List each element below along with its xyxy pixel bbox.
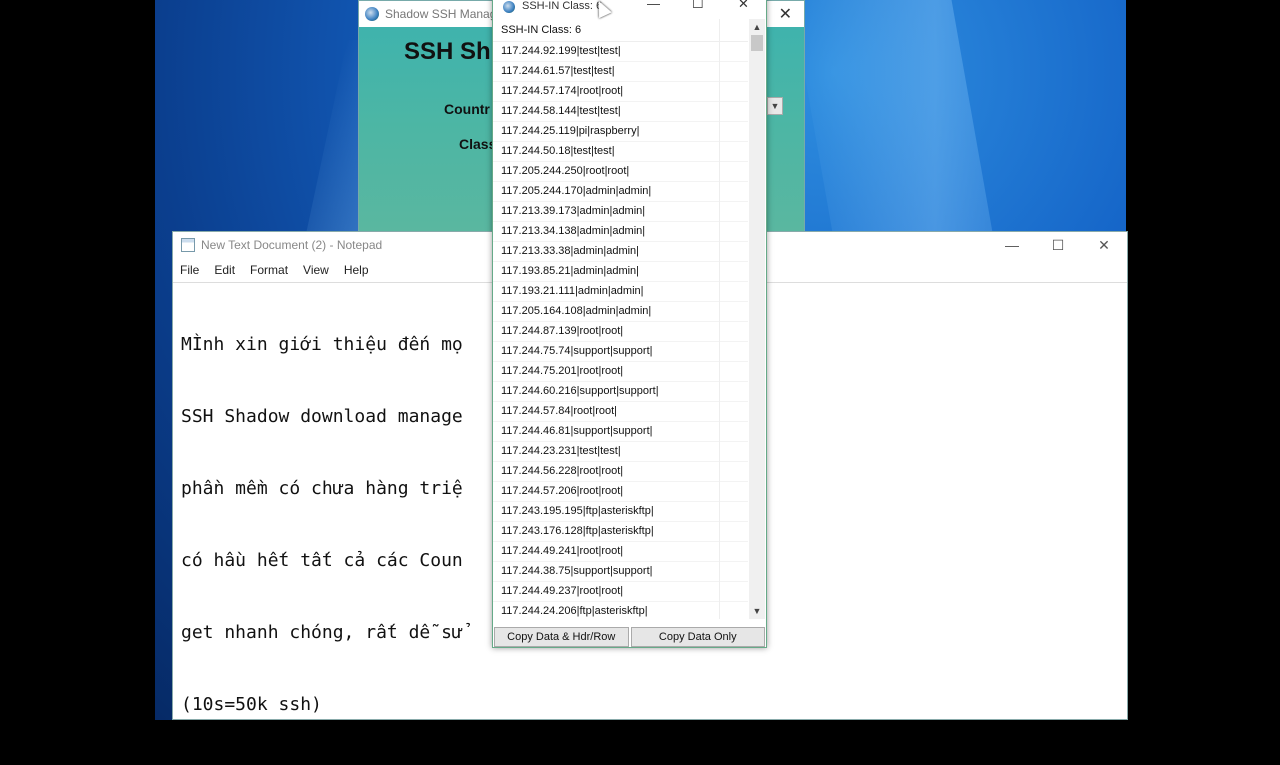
maximize-icon[interactable]: ☐	[1035, 232, 1081, 258]
menu-file[interactable]: File	[180, 263, 199, 277]
list-item[interactable]: 117.193.85.21|admin|admin|	[493, 262, 748, 282]
scroll-down-icon[interactable]: ▼	[749, 603, 765, 619]
menu-edit[interactable]: Edit	[214, 263, 235, 277]
class-label: Class	[459, 136, 497, 152]
column-divider	[719, 19, 720, 619]
app-globe-icon	[365, 7, 379, 21]
list-item[interactable]: 117.244.23.231|test|test|	[493, 442, 748, 462]
list-item[interactable]: 117.244.57.174|root|root|	[493, 82, 748, 102]
copy-data-only-button[interactable]: Copy Data Only	[630, 627, 765, 647]
app-heading: SSH Sh	[404, 38, 491, 65]
copy-data-header-button[interactable]: Copy Data & Hdr/Row	[494, 627, 629, 647]
list-item[interactable]: 117.213.39.173|admin|admin|	[493, 202, 748, 222]
list-item[interactable]: 117.205.244.250|root|root|	[493, 162, 748, 182]
menu-help[interactable]: Help	[344, 263, 369, 277]
list-item[interactable]: 117.205.164.108|admin|admin|	[493, 302, 748, 322]
maximize-icon[interactable]: ☐	[692, 0, 704, 12]
minimize-icon[interactable]: —	[647, 0, 660, 11]
ssh-in-list-window[interactable]: SSH-IN Class: 6 — ☐ ✕ SSH-IN Class: 6 11…	[492, 0, 767, 648]
button-row: Copy Data & Hdr/Row Copy Data Only	[494, 627, 765, 647]
list-header: SSH-IN Class: 6	[493, 19, 748, 42]
list-item[interactable]: 117.244.57.84|root|root|	[493, 402, 748, 422]
list-item[interactable]: 117.213.34.138|admin|admin|	[493, 222, 748, 242]
vertical-scrollbar[interactable]: ▲ ▼	[749, 19, 765, 619]
scroll-up-icon[interactable]: ▲	[749, 19, 765, 35]
list-item[interactable]: 117.244.58.144|test|test|	[493, 102, 748, 122]
ssh-list[interactable]: SSH-IN Class: 6 117.244.92.199|test|test…	[493, 19, 748, 619]
menu-format[interactable]: Format	[250, 263, 288, 277]
minimize-icon[interactable]: —	[989, 232, 1035, 258]
list-item[interactable]: 117.244.50.18|test|test|	[493, 142, 748, 162]
close-icon[interactable]: ✕	[1081, 232, 1127, 258]
app-globe-icon	[503, 1, 515, 13]
window-title: Shadow SSH Manage	[385, 7, 504, 21]
notepad-icon	[181, 238, 195, 252]
text-line: (10s=50k ssh)	[181, 694, 322, 715]
list-item[interactable]: 117.244.56.228|root|root|	[493, 462, 748, 482]
list-item[interactable]: 117.244.49.241|root|root|	[493, 542, 748, 562]
window-controls: — ☐ ✕	[989, 232, 1127, 258]
list-item[interactable]: 117.243.176.128|ftp|asteriskftp|	[493, 522, 748, 542]
list-item[interactable]: 117.244.75.201|root|root|	[493, 362, 748, 382]
menu-view[interactable]: View	[303, 263, 329, 277]
list-item[interactable]: 117.244.61.57|test|test|	[493, 62, 748, 82]
country-dropdown-chevron-down-icon[interactable]: ▼	[767, 97, 783, 115]
list-item[interactable]: 117.244.60.216|support|support|	[493, 382, 748, 402]
country-label: Countr	[444, 101, 490, 117]
list-item[interactable]: 117.244.87.139|root|root|	[493, 322, 748, 342]
list-item[interactable]: 117.244.49.237|root|root|	[493, 582, 748, 602]
list-item[interactable]: 117.244.24.206|ftp|asteriskftp|	[493, 602, 748, 619]
list-item[interactable]: 117.244.25.119|pi|raspberry|	[493, 122, 748, 142]
list-item[interactable]: 117.193.21.111|admin|admin|	[493, 282, 748, 302]
list-item[interactable]: 117.243.195.195|ftp|asteriskftp|	[493, 502, 748, 522]
list-item[interactable]: 117.213.33.38|admin|admin|	[493, 242, 748, 262]
list-items: 117.244.92.199|test|test| 117.244.61.57|t…	[493, 42, 748, 619]
window-title: SSH-IN Class: 6	[522, 0, 603, 12]
mouse-cursor-icon	[592, 0, 612, 19]
list-item[interactable]: 117.244.38.75|support|support|	[493, 562, 748, 582]
close-icon[interactable]: ✕	[779, 4, 792, 24]
list-item[interactable]: 117.244.92.199|test|test|	[493, 42, 748, 62]
list-item[interactable]: 117.244.46.81|support|support|	[493, 422, 748, 442]
close-icon[interactable]: ✕	[738, 0, 749, 12]
list-item[interactable]: 117.205.244.170|admin|admin|	[493, 182, 748, 202]
title-bar[interactable]: SSH-IN Class: 6 — ☐ ✕	[493, 0, 766, 19]
window-title: New Text Document (2) - Notepad	[201, 238, 383, 252]
scroll-thumb[interactable]	[751, 35, 763, 51]
list-item[interactable]: 117.244.57.206|root|root|	[493, 482, 748, 502]
list-item[interactable]: 117.244.75.74|support|support|	[493, 342, 748, 362]
